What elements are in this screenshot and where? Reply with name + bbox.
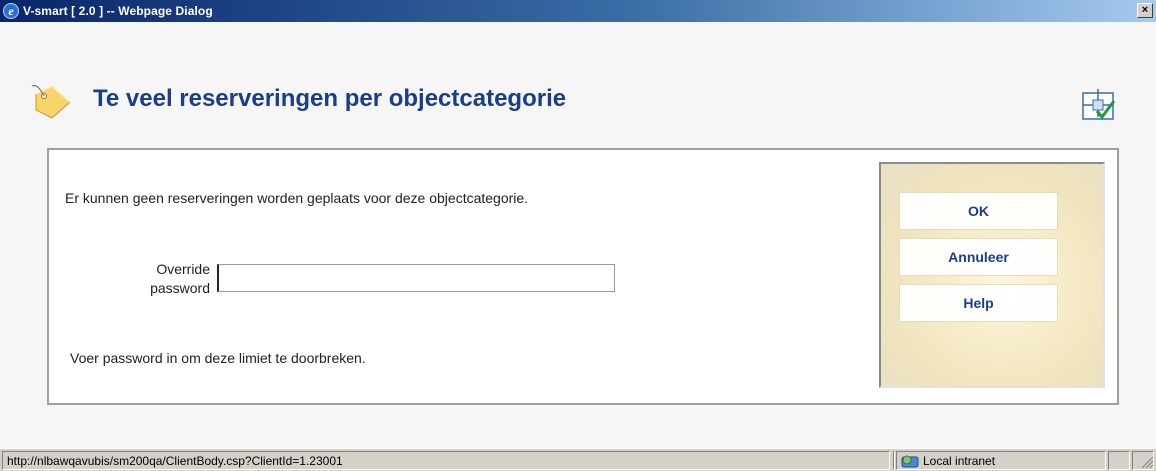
ok-button[interactable]: OK: [899, 192, 1058, 230]
label-line-1: Override: [156, 261, 210, 277]
hint-text: Voer password in om deze limiet te doorb…: [70, 350, 366, 366]
globe-icon: [901, 455, 919, 467]
status-zone-label: Local intranet: [923, 453, 996, 468]
override-password-label: Override password: [109, 260, 210, 298]
resize-grip-icon[interactable]: [1140, 455, 1154, 469]
status-url: http://nlbawqavubis/sm200qa/ClientBody.c…: [2, 451, 890, 470]
tag-icon: [31, 84, 71, 119]
page-title: Te veel reserveringen per objectcategori…: [93, 85, 567, 112]
content-panel: Er kunnen geen reserveringen worden gepl…: [47, 148, 1119, 405]
status-bar: http://nlbawqavubis/sm200qa/ClientBody.c…: [0, 448, 1156, 471]
override-password-input[interactable]: [217, 264, 615, 292]
cancel-button[interactable]: Annuleer: [899, 238, 1058, 276]
window-title-bar[interactable]: e V-smart [ 2.0 ] -- Webpage Dialog ×: [0, 0, 1156, 22]
window-title: V-smart [ 2.0 ] -- Webpage Dialog: [23, 4, 213, 18]
close-icon: ×: [1141, 4, 1149, 16]
status-cell-blank: [1108, 451, 1130, 470]
info-message: Er kunnen geen reserveringen worden gepl…: [65, 190, 529, 206]
label-line-2: password: [150, 280, 210, 296]
status-divider: [893, 451, 895, 470]
page-header: Te veel reserveringen per objectcategori…: [0, 22, 1156, 142]
confirm-layout-icon[interactable]: [1081, 87, 1117, 121]
ie-icon: e: [3, 3, 19, 19]
status-zone: Local intranet: [896, 451, 1106, 470]
help-button[interactable]: Help: [899, 284, 1058, 322]
button-box: OK Annuleer Help: [879, 162, 1105, 388]
close-button[interactable]: ×: [1137, 3, 1153, 18]
dialog-body: Te veel reserveringen per objectcategori…: [0, 22, 1156, 448]
